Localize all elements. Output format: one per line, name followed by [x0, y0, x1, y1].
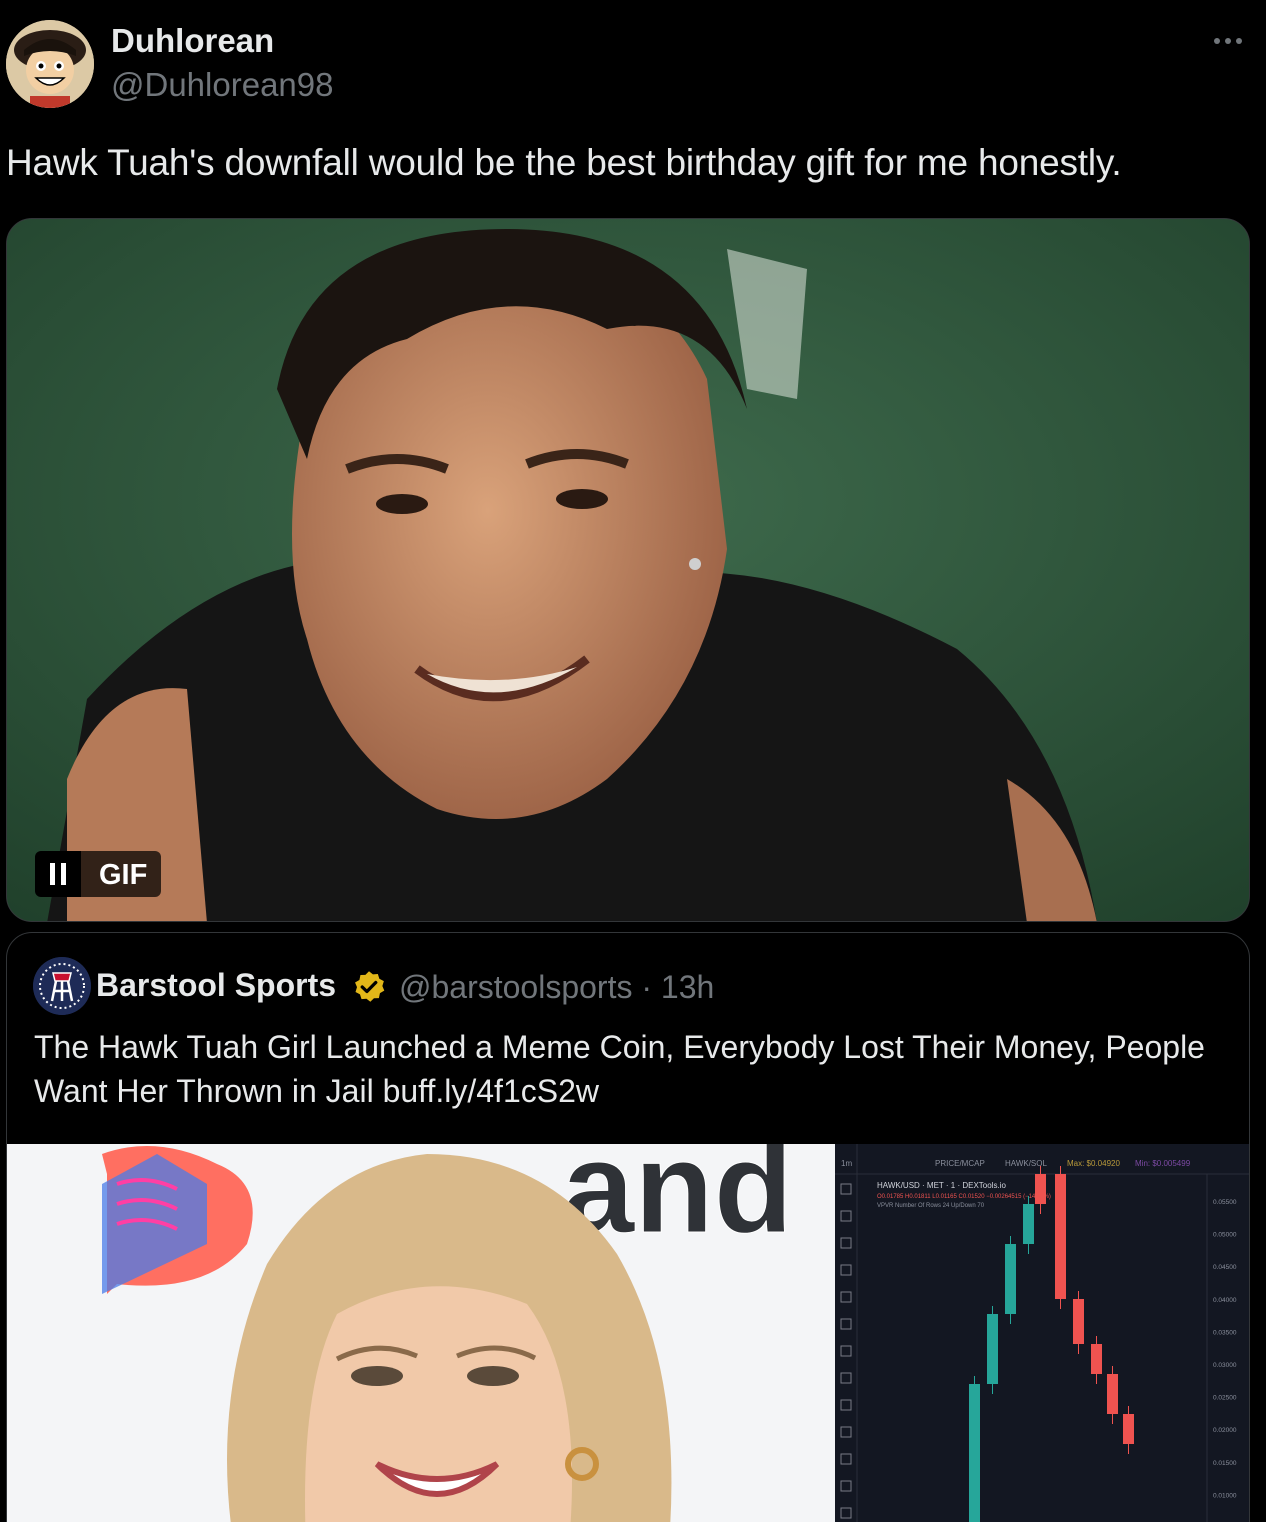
- barstool-avatar[interactable]: [33, 957, 91, 1015]
- y-tick-label: 0.02500: [1213, 1395, 1237, 1402]
- gif-badge[interactable]: GIF: [35, 851, 162, 897]
- quoted-tweet[interactable]: Barstool Sports @barstoolsports · 13h Th…: [6, 932, 1250, 1522]
- tweet-text: Hawk Tuah's downfall would be the best b…: [6, 142, 1122, 183]
- chart-tab-price-mcap: PRICE/MCAP: [935, 1159, 985, 1168]
- quoted-timestamp[interactable]: 13h: [661, 969, 714, 1005]
- y-tick-label: 0.05500: [1213, 1199, 1237, 1206]
- y-tick-label: 0.04500: [1213, 1264, 1237, 1271]
- author-handle[interactable]: @Duhlorean98: [111, 66, 333, 104]
- chart-ohlc-line: O0.01785 H0.01811 L0.01165 C0.01520 −0.0…: [877, 1194, 1051, 1200]
- chart-interval-label: 1m: [841, 1159, 852, 1168]
- y-tick-label: 0.05000: [1213, 1232, 1237, 1239]
- price-chart-image[interactable]: 1m PRICE/MCAP HAWK/SOL Max: $0.04920 Min…: [835, 1144, 1249, 1522]
- candlestick-chart: 1m PRICE/MCAP HAWK/SOL Max: $0.04920 Min…: [835, 1144, 1249, 1522]
- tweet-gif-media[interactable]: GIF: [6, 218, 1250, 922]
- y-tick-label: 0.02000: [1213, 1427, 1237, 1434]
- quoted-author-name[interactable]: Barstool Sports: [96, 967, 336, 1004]
- chart-pair-title: HAWK/USD · MET · 1 · DEXTools.io: [877, 1181, 1006, 1190]
- separator-dot: ·: [641, 969, 653, 1005]
- quoted-tweet-text: The Hawk Tuah Girl Launched a Meme Coin,…: [34, 1029, 1205, 1109]
- quoted-handle-and-time[interactable]: @barstoolsports · 13h: [399, 969, 714, 1006]
- y-tick-label: 0.01000: [1213, 1492, 1237, 1499]
- author-name[interactable]: Duhlorean: [111, 22, 274, 60]
- chart-tab-hawk-sol: HAWK/SOL: [1005, 1159, 1047, 1168]
- chart-min-label: Min: $0.005499: [1135, 1159, 1191, 1168]
- more-options-icon[interactable]: [1208, 28, 1248, 54]
- y-tick-label: 0.03000: [1213, 1362, 1237, 1369]
- chart-volume-line: VPVR Number Of Rows 24 Up/Down 70: [877, 1203, 985, 1209]
- y-tick-label: 0.01500: [1213, 1460, 1237, 1467]
- pause-icon[interactable]: [35, 851, 81, 897]
- gif-frame-image: [7, 219, 1249, 921]
- y-tick-label: 0.04000: [1213, 1297, 1237, 1304]
- verified-badge-icon: [355, 971, 385, 1002]
- quoted-photo[interactable]: and: [7, 1144, 835, 1522]
- chart-max-label: Max: $0.04920: [1067, 1159, 1120, 1168]
- quoted-author-handle[interactable]: @barstoolsports: [399, 969, 632, 1005]
- gif-label: GIF: [81, 851, 162, 897]
- woman-photo-image: and: [7, 1144, 835, 1522]
- author-avatar[interactable]: [6, 20, 94, 108]
- y-tick-label: 0.03500: [1213, 1329, 1237, 1336]
